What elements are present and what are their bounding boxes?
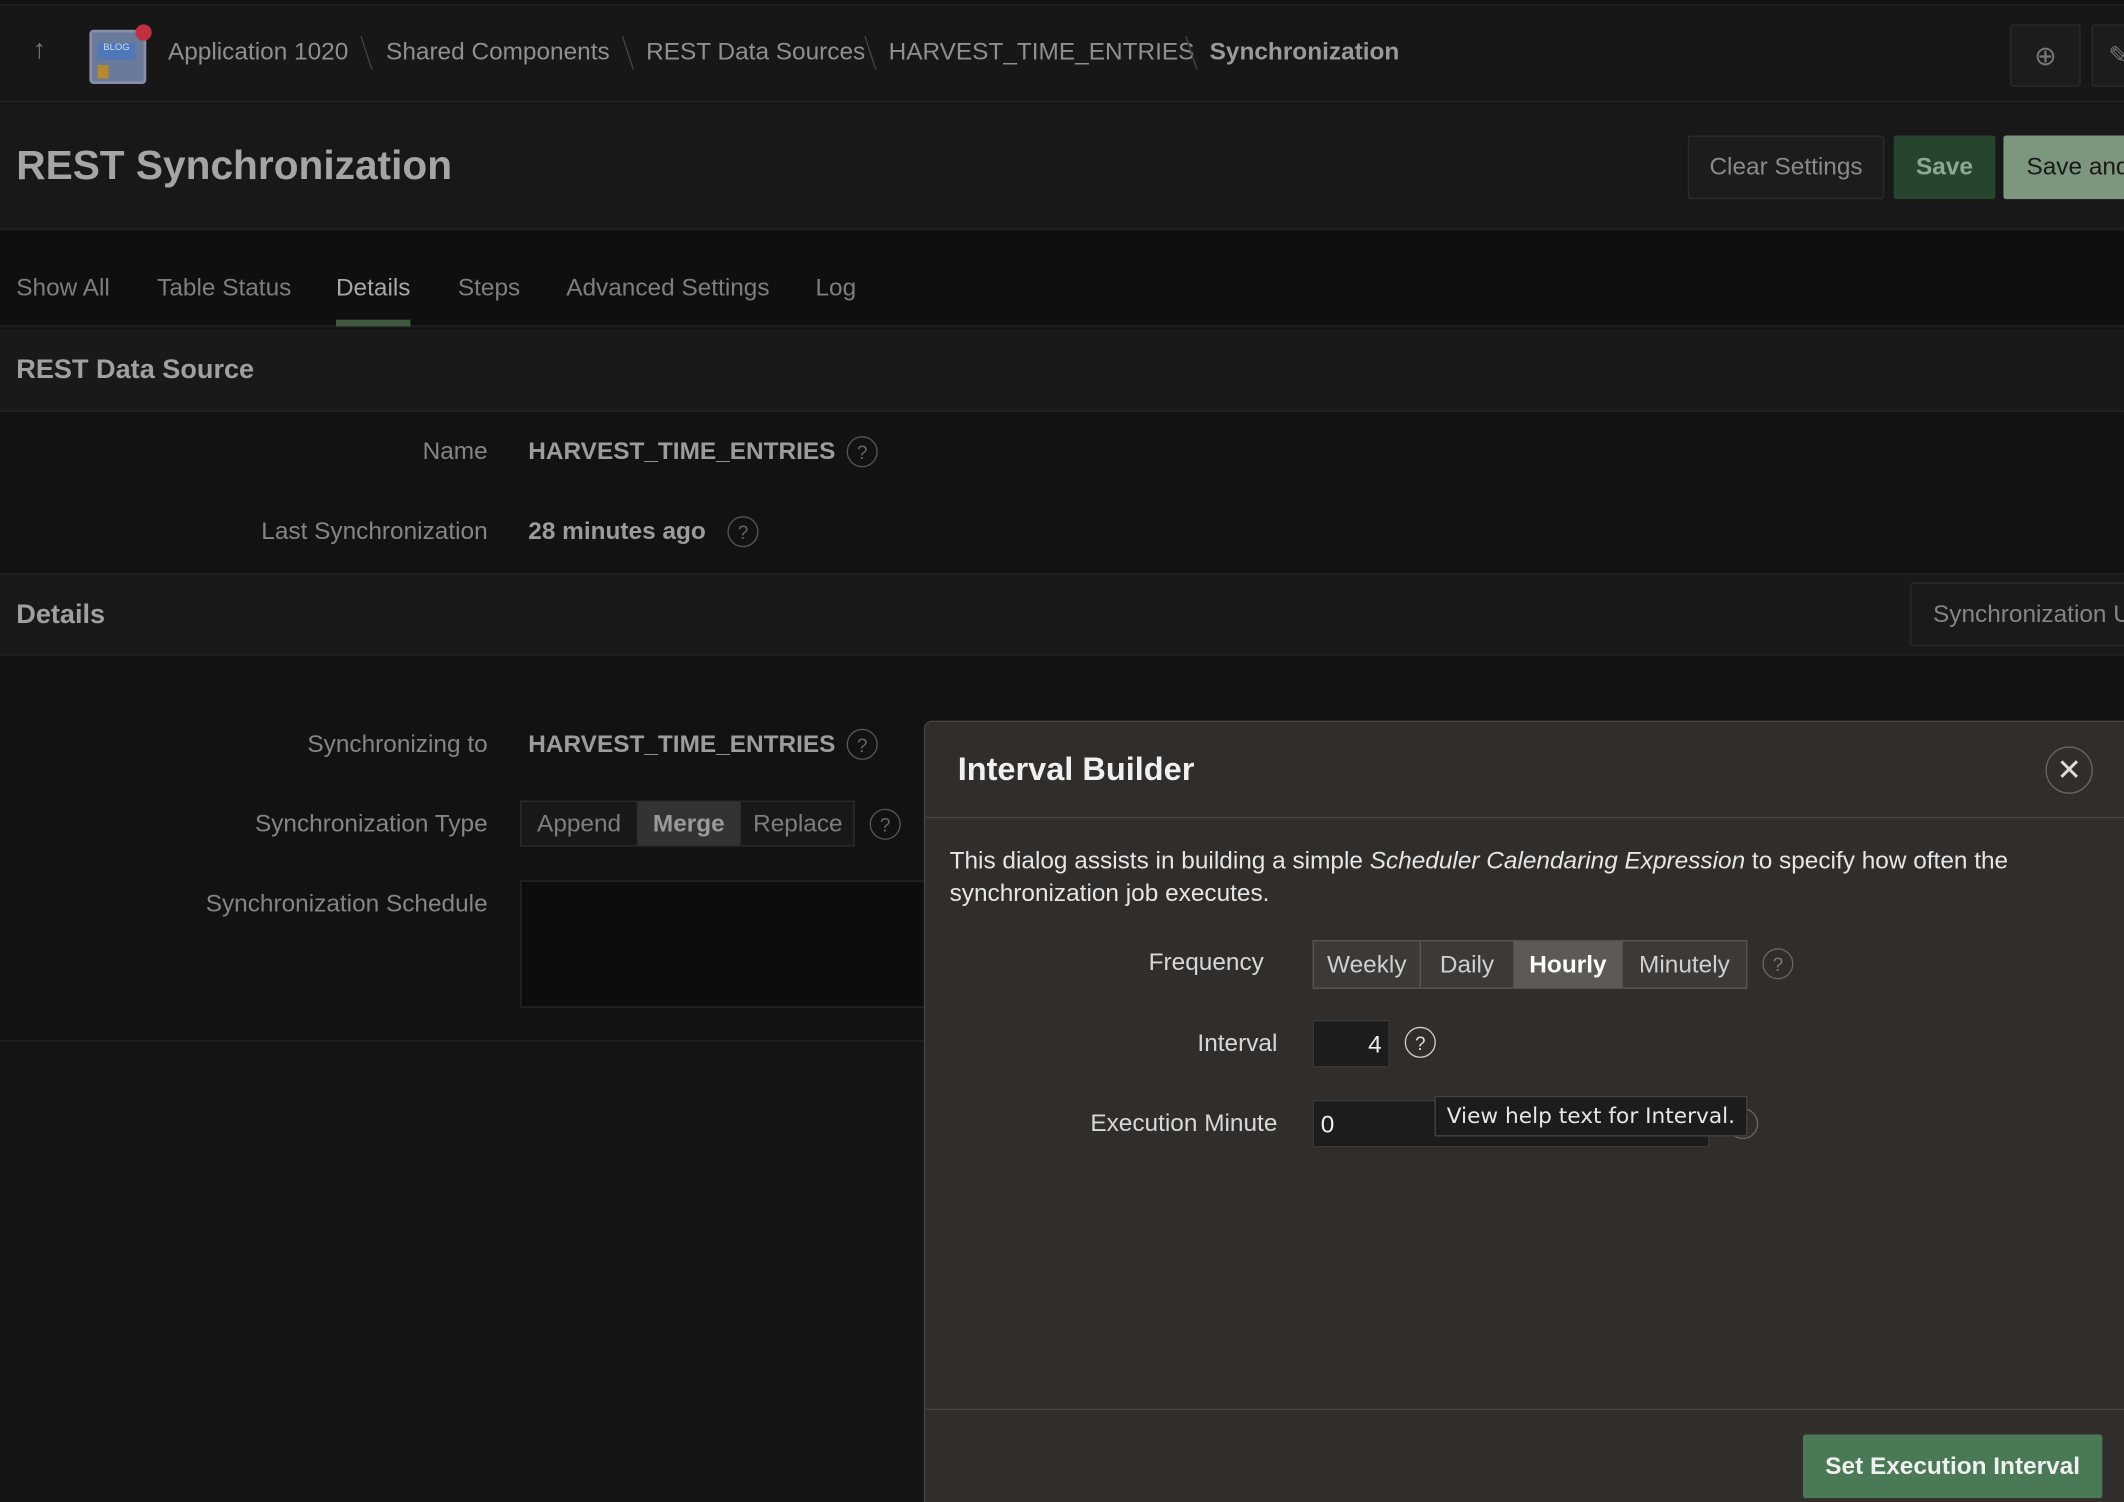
question-circle-icon[interactable]: ? <box>846 436 878 468</box>
frequency-minutely[interactable]: Minutely <box>1623 941 1746 987</box>
dialog-intro: This dialog assists in building a simple… <box>950 844 2034 909</box>
sync-schedule-label: Synchronization Schedule <box>205 889 488 918</box>
question-circle-icon[interactable]: ? <box>869 808 901 840</box>
rest-data-source-header: REST Data Source <box>0 329 2124 412</box>
frequency-hourly[interactable]: Hourly <box>1514 941 1623 988</box>
dialog-header-divider <box>925 816 2124 819</box>
chat-plus-icon: ⊕ <box>2034 41 2057 72</box>
section-title: Details <box>16 600 106 630</box>
edit-button[interactable]: ✎ <box>2091 24 2124 87</box>
help-tooltip: View help text for Interval. <box>1434 1095 1748 1137</box>
section-title: REST Data Source <box>16 354 255 385</box>
active-tab-indicator <box>335 319 411 327</box>
close-icon: ✕ <box>2056 752 2082 787</box>
sync-to-label: Synchronizing to <box>307 730 488 758</box>
tab-details[interactable]: Details <box>336 274 411 302</box>
breadcrumb-application[interactable]: Application 1020 <box>168 38 348 66</box>
tab-log[interactable]: Log <box>815 274 856 302</box>
tab-bar <box>0 231 2124 328</box>
save-button[interactable]: Save <box>1893 135 1996 200</box>
breadcrumb-data-source[interactable]: HARVEST_TIME_ENTRIES <box>889 38 1195 66</box>
question-circle-icon[interactable]: ? <box>1762 948 1794 980</box>
name-value: HARVEST_TIME_ENTRIES <box>528 437 836 465</box>
dialog-footer-divider <box>925 1408 2124 1411</box>
sync-type-replace[interactable]: Replace <box>741 802 855 845</box>
interval-input[interactable]: 4 <box>1312 1020 1390 1068</box>
sync-type-radio-group: Append Merge Replace <box>520 800 855 847</box>
dialog-title: Interval Builder <box>957 751 1195 789</box>
frequency-label: Frequency <box>1148 948 1264 976</box>
tab-table-status[interactable]: Table Status <box>157 274 291 302</box>
sync-to-value: HARVEST_TIME_ENTRIES <box>528 730 836 758</box>
sync-type-label: Synchronization Type <box>254 810 488 838</box>
page-title: REST Synchronization <box>16 143 453 189</box>
details-header: Details <box>0 572 2124 656</box>
tab-advanced-settings[interactable]: Advanced Settings <box>566 274 769 302</box>
name-label: Name <box>422 437 488 465</box>
question-circle-icon[interactable]: ? <box>727 516 759 548</box>
frequency-daily[interactable]: Daily <box>1421 941 1515 988</box>
pencil-icon: ✎ <box>2108 41 2124 69</box>
sync-type-merge[interactable]: Merge <box>638 801 741 846</box>
intro-emphasis: Scheduler Calendaring Expression <box>1369 846 1746 874</box>
breadcrumb-current: Synchronization <box>1209 37 1400 66</box>
question-circle-icon[interactable]: ? <box>846 728 878 760</box>
interval-builder-dialog: Interval Builder ✕ This dialog assists i… <box>923 720 2124 1502</box>
close-button[interactable]: ✕ <box>2045 746 2093 794</box>
frequency-weekly[interactable]: Weekly <box>1314 941 1421 988</box>
last-sync-value: 28 minutes ago <box>528 517 706 545</box>
breadcrumb-shared-components[interactable]: Shared Components <box>386 38 610 66</box>
intro-text: This dialog assists in building a simple <box>949 846 1370 874</box>
synchronization-button[interactable]: Synchronization U <box>1909 582 2124 647</box>
last-sync-label: Last Synchronization <box>261 517 488 545</box>
clear-settings-button[interactable]: Clear Settings <box>1687 135 1885 200</box>
sync-schedule-input[interactable] <box>520 880 954 1008</box>
set-execution-interval-button[interactable]: Set Execution Interval <box>1802 1434 2103 1499</box>
blog-app-icon: BLOG <box>89 24 152 84</box>
save-and-run-button[interactable]: Save and <box>2003 135 2124 200</box>
execution-minute-label: Execution Minute <box>1090 1109 1278 1137</box>
interval-label: Interval <box>1197 1029 1278 1057</box>
tab-show-all[interactable]: Show All <box>16 274 110 302</box>
sync-type-append[interactable]: Append <box>522 801 639 846</box>
tab-steps[interactable]: Steps <box>458 274 520 302</box>
frequency-radio-group: Weekly Daily Hourly Minutely <box>1312 940 1748 989</box>
question-circle-icon[interactable]: ? <box>1404 1026 1436 1058</box>
feedback-button[interactable]: ⊕ <box>2010 24 2081 87</box>
arrow-up-icon[interactable]: ↑ <box>33 35 47 66</box>
breadcrumb-rest-data-sources[interactable]: REST Data Sources <box>646 38 865 66</box>
